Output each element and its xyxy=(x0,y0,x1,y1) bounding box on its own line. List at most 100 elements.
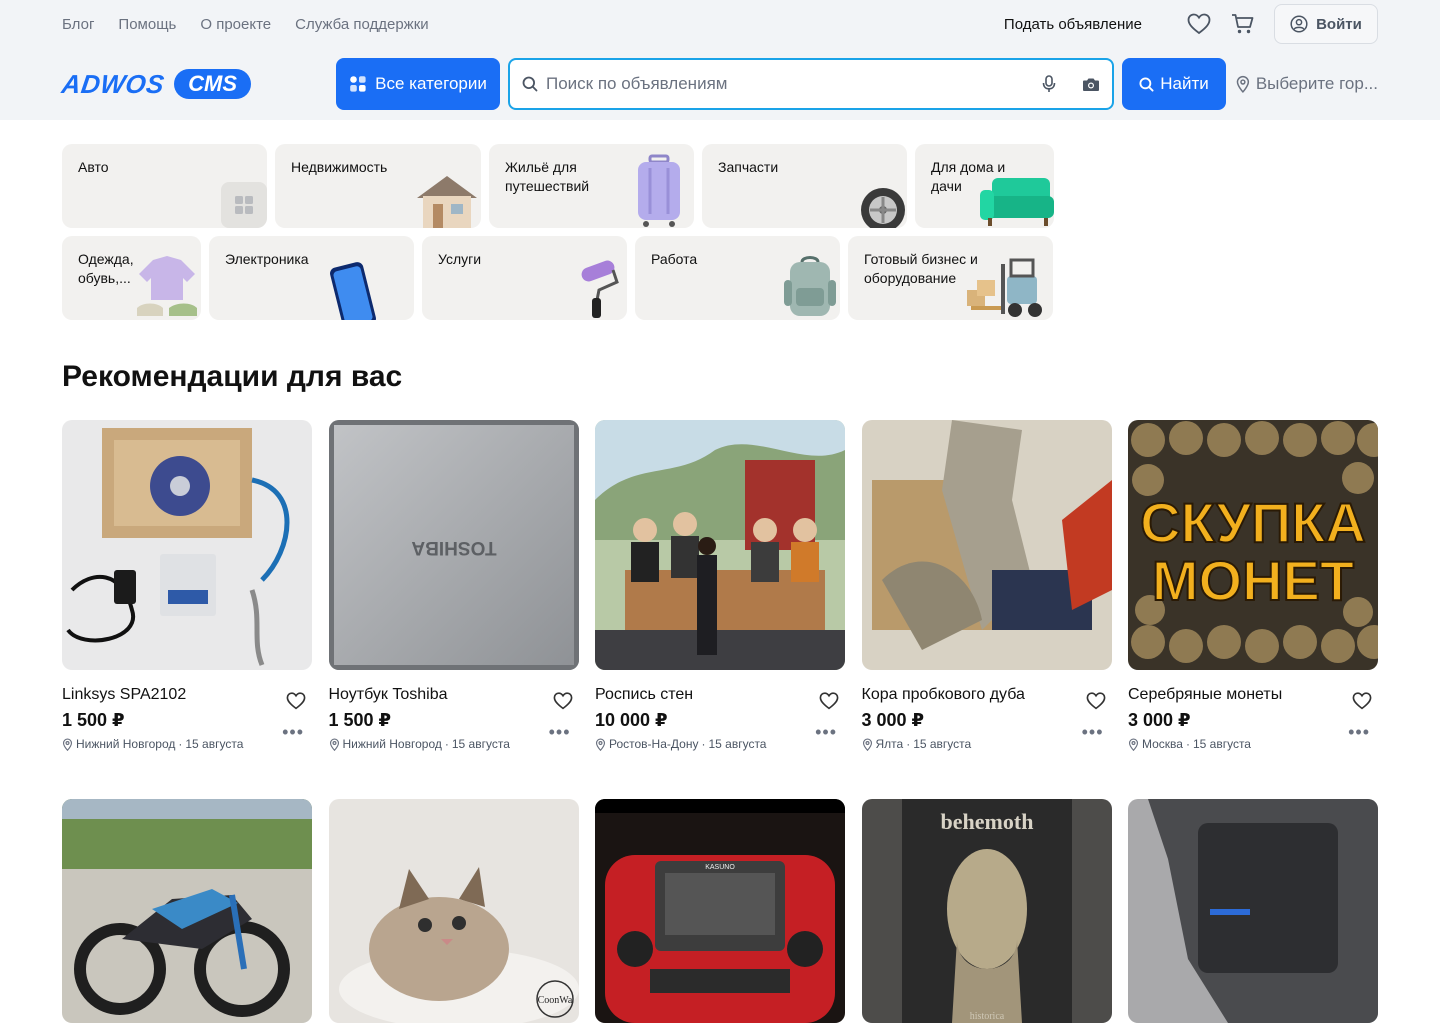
meta-separator: · xyxy=(701,737,706,751)
listing-photo[interactable]: CoonWa xyxy=(328,799,579,1023)
more-options-icon[interactable]: ••• xyxy=(1348,722,1370,743)
suitcase-icon xyxy=(638,154,680,227)
location-pin-icon xyxy=(1128,738,1139,751)
listing-info: Кора пробкового дуба 3 000 ₽ Ялта · 15 а… xyxy=(862,670,1112,777)
listing-photo[interactable]: KASUNO xyxy=(595,799,845,1023)
microphone-icon[interactable] xyxy=(1042,75,1056,93)
listing-photo[interactable]: TOSHIBA xyxy=(328,420,579,670)
category-electronics[interactable]: Электроника xyxy=(209,236,414,320)
more-options-icon[interactable]: ••• xyxy=(282,722,304,743)
top-link-blog[interactable]: Блог xyxy=(62,16,94,33)
search-input[interactable] xyxy=(546,74,1042,94)
listing-date: 15 августа xyxy=(708,737,767,751)
top-actions: Подать объявление Войти xyxy=(1004,4,1378,44)
listing-price: 10 000 ₽ xyxy=(595,710,668,730)
logo-word: ADWOS xyxy=(59,68,167,99)
favorite-heart-icon[interactable] xyxy=(819,692,839,715)
listing-photo[interactable] xyxy=(62,799,312,1023)
poster-band: behemoth xyxy=(940,809,1033,834)
listing-card: Кора пробкового дуба 3 000 ₽ Ялта · 15 а… xyxy=(861,420,1112,777)
find-button[interactable]: Найти xyxy=(1122,58,1226,110)
favorites-heart-icon[interactable] xyxy=(1186,11,1212,37)
more-options-icon[interactable]: ••• xyxy=(549,722,571,743)
listing-photo[interactable] xyxy=(1128,799,1378,1023)
cart-icon[interactable] xyxy=(1230,11,1256,37)
search-box xyxy=(508,58,1114,110)
all-categories-button[interactable]: Все категории xyxy=(336,58,500,110)
poster-subtitle: historica xyxy=(969,1011,1004,1022)
category-label: Для дома и дачи xyxy=(931,159,1006,194)
coins-ad-line2: МОНЕТ xyxy=(1152,549,1354,612)
category-label: Одежда, обувь,... xyxy=(78,251,134,286)
listing-date: 15 августа xyxy=(185,737,244,751)
favorite-heart-icon[interactable] xyxy=(286,692,306,715)
listing-city: Ялта xyxy=(875,737,904,751)
location-pin-icon xyxy=(329,738,339,751)
top-bar: Блог Помощь О проекте Служба поддержки П… xyxy=(62,0,1378,48)
category-services[interactable]: Услуги xyxy=(422,236,627,320)
top-links: Блог Помощь О проекте Служба поддержки xyxy=(62,16,429,33)
category-grid: Авто Недвижимость Жильё для путешествий … xyxy=(62,144,1054,328)
listing-info: Роспись стен 10 000 ₽ Ростов-На-Дону · 1… xyxy=(595,670,845,777)
category-realty[interactable]: Недвижимость xyxy=(275,144,481,228)
category-jobs[interactable]: Работа xyxy=(635,236,840,320)
listing-city: Нижний Новгород xyxy=(342,737,442,751)
listing-title[interactable]: Ноутбук Toshiba xyxy=(329,686,539,704)
wheel-icon xyxy=(861,188,905,228)
city-selector[interactable]: Выберите гор... xyxy=(1236,74,1378,94)
listing-photo[interactable] xyxy=(595,420,845,670)
listing-title[interactable]: Серебряные монеты xyxy=(1128,686,1338,704)
post-ad-link[interactable]: Подать объявление xyxy=(1004,16,1142,33)
category-travel-housing[interactable]: Жильё для путешествий xyxy=(489,144,694,228)
listing-meta: Ростов-На-Дону · 15 августа xyxy=(595,737,845,751)
toshiba-logo: TOSHIBA xyxy=(411,537,496,558)
listing-meta: Нижний Новгород · 15 августа xyxy=(329,737,579,751)
all-categories-label: Все категории xyxy=(375,74,487,93)
listing-date: 15 августа xyxy=(913,737,972,751)
listing-title[interactable]: Кора пробкового дуба xyxy=(862,686,1072,704)
favorite-heart-icon[interactable] xyxy=(1352,692,1372,715)
listing-card: CoonWa xyxy=(328,799,579,1023)
listings-grid: Linksys SPA2102 1 500 ₽ Нижний Новгород … xyxy=(62,420,1378,1023)
category-auto[interactable]: Авто xyxy=(62,144,267,228)
favorite-heart-icon[interactable] xyxy=(1086,692,1106,715)
recommendations-title: Рекомендации для вас xyxy=(62,360,403,393)
location-pin-icon xyxy=(1236,75,1250,93)
location-pin-icon xyxy=(862,738,872,751)
more-options-icon[interactable]: ••• xyxy=(815,722,837,743)
listing-card: TOSHIBA Ноутбук Toshiba 1 500 ₽ Нижний Н… xyxy=(328,420,579,777)
login-button[interactable]: Войти xyxy=(1274,4,1378,44)
site-logo[interactable]: ADWOS CMS xyxy=(59,58,336,110)
category-clothes[interactable]: Одежда, обувь,... xyxy=(62,236,201,320)
listing-info: Серебряные монеты 3 000 ₽ Москва · 15 ав… xyxy=(1128,670,1378,777)
more-options-icon[interactable]: ••• xyxy=(1082,722,1104,743)
meta-separator: · xyxy=(1185,737,1190,751)
listing-photo[interactable]: СКУПКА МОНЕТ xyxy=(1128,420,1378,670)
listing-title[interactable]: Роспись стен xyxy=(595,686,805,704)
listing-card: behemoth historica xyxy=(861,799,1112,1023)
top-link-help[interactable]: Помощь xyxy=(118,16,176,33)
listing-card xyxy=(1128,799,1378,1023)
location-pin-icon xyxy=(595,738,606,751)
listing-title[interactable]: Linksys SPA2102 xyxy=(62,686,272,704)
top-link-support[interactable]: Служба поддержки xyxy=(295,16,429,33)
listing-photo[interactable] xyxy=(861,420,1112,670)
meta-separator: · xyxy=(444,737,449,751)
listing-photo[interactable]: behemoth historica xyxy=(861,799,1112,1023)
search-icon xyxy=(522,76,538,92)
top-link-about[interactable]: О проекте xyxy=(200,16,271,33)
favorite-heart-icon[interactable] xyxy=(553,692,573,715)
smartphone-icon xyxy=(330,262,376,320)
category-business[interactable]: Готовый бизнес и оборудование xyxy=(848,236,1053,320)
listing-city: Москва xyxy=(1142,737,1183,751)
listing-price: 3 000 ₽ xyxy=(861,710,925,730)
camera-icon[interactable] xyxy=(1082,77,1100,92)
listing-photo[interactable] xyxy=(62,420,312,670)
listing-city: Нижний Новгород xyxy=(76,737,176,751)
category-parts[interactable]: Запчасти xyxy=(702,144,907,228)
location-pin-icon xyxy=(62,738,73,751)
listing-info: Ноутбук Toshiba 1 500 ₽ Нижний Новгород … xyxy=(329,670,579,777)
user-icon xyxy=(1290,15,1308,33)
category-label: Готовый бизнес и оборудование xyxy=(864,251,978,286)
category-home-garden[interactable]: Для дома и дачи xyxy=(915,144,1054,228)
